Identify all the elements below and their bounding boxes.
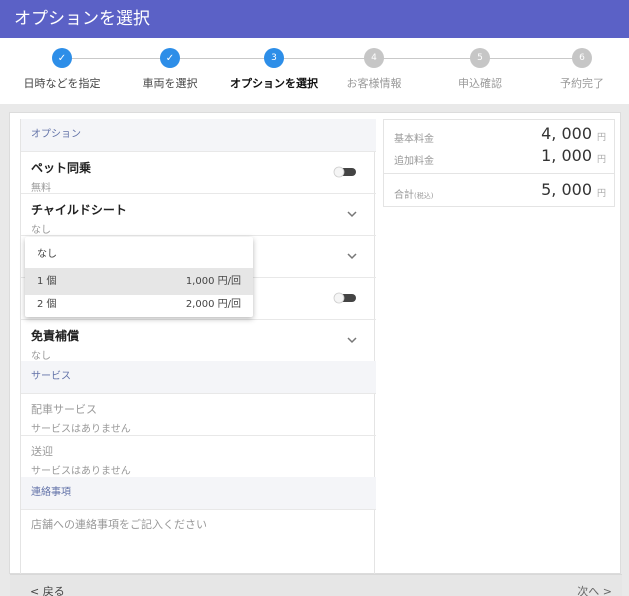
option-pet[interactable]: ペット同乗 無料 bbox=[21, 151, 376, 194]
option-label: 1 個 bbox=[37, 276, 57, 287]
step-label: 日時などを指定 bbox=[23, 77, 101, 90]
service-name: 配車サービス bbox=[31, 403, 97, 416]
title-bar: オプションを選択 bbox=[0, 0, 629, 38]
section-contact-title: 連絡事項 bbox=[21, 477, 376, 509]
chevron-down-icon[interactable] bbox=[346, 334, 358, 346]
service-dispatch: 配車サービス サービスはありません bbox=[21, 393, 376, 435]
option-label: なし bbox=[37, 249, 57, 260]
check-icon: ✓ bbox=[160, 48, 180, 68]
total-value: 5, 000 bbox=[541, 180, 592, 199]
main-panel: オプション ペット同乗 無料 チャイルドシート なし 免責補償 なし サービス … bbox=[9, 112, 621, 575]
footer-nav: < 戻る 次へ > bbox=[10, 574, 622, 596]
step-label: オプションを選択 bbox=[230, 77, 318, 90]
page-title: オプションを選択 bbox=[14, 9, 150, 29]
option-value: なし bbox=[31, 351, 51, 362]
toggle-switch[interactable] bbox=[332, 166, 358, 178]
progress-stepper: ✓ 日時などを指定 ✓ 車両を選択 3 オプションを選択 4 お客様情報 5 申… bbox=[0, 38, 629, 104]
chevron-down-icon[interactable] bbox=[346, 250, 358, 262]
extra-value: 1, 000 bbox=[541, 146, 592, 165]
option-name: 免責補償 bbox=[31, 329, 80, 343]
step-2: ✓ 車両を選択 bbox=[120, 48, 220, 91]
step-label: 車両を選択 bbox=[142, 77, 198, 90]
service-value: サービスはありません bbox=[31, 424, 131, 435]
extra-label: 追加料金 bbox=[394, 156, 434, 167]
step-3: 3 オプションを選択 bbox=[224, 48, 324, 91]
total-unit: 円 bbox=[596, 189, 606, 199]
service-value: サービスはありません bbox=[31, 466, 131, 477]
dropdown-option-2[interactable]: 2 個 2,000 円/回 bbox=[25, 291, 253, 318]
option-value: 無料 bbox=[31, 183, 51, 194]
step-number: 6 bbox=[572, 48, 592, 68]
base-value: 4, 000 bbox=[541, 124, 592, 143]
dropdown-option-none[interactable]: なし bbox=[25, 241, 253, 268]
step-6: 6 予約完了 bbox=[532, 48, 629, 91]
next-button[interactable]: 次へ > bbox=[577, 583, 612, 596]
price-summary: 基本料金 4, 000 円 追加料金 1, 000 円 合計(税込) 5, 00… bbox=[383, 119, 615, 207]
step-number: 3 bbox=[264, 48, 284, 68]
step-label: 予約完了 bbox=[560, 77, 604, 90]
contact-placeholder: 店舗への連絡事項をご記入ください bbox=[31, 518, 207, 531]
summary-divider bbox=[384, 173, 614, 174]
service-name: 送迎 bbox=[31, 445, 53, 458]
back-button[interactable]: < 戻る bbox=[30, 583, 65, 596]
check-icon: ✓ bbox=[52, 48, 72, 68]
chevron-down-icon[interactable] bbox=[346, 208, 358, 220]
section-options-title: オプション bbox=[21, 119, 376, 151]
summary-extra: 追加料金 1, 000 円 bbox=[384, 144, 614, 168]
extra-unit: 円 bbox=[596, 155, 606, 165]
summary-total: 合計(税込) 5, 000 円 bbox=[384, 178, 614, 202]
chevron-right-icon: > bbox=[602, 585, 612, 596]
chevron-left-icon: < bbox=[30, 585, 40, 596]
quantity-dropdown-menu: なし 1 個 1,000 円/回 2 個 2,000 円/回 bbox=[25, 237, 253, 317]
option-insurance[interactable]: 免責補償 なし bbox=[21, 319, 376, 362]
option-price: 2,000 円/回 bbox=[185, 299, 241, 310]
option-name: ペット同乗 bbox=[31, 161, 92, 175]
step-number: 5 bbox=[470, 48, 490, 68]
step-4: 4 お客様情報 bbox=[324, 48, 424, 91]
base-unit: 円 bbox=[596, 133, 606, 143]
option-name: チャイルドシート bbox=[31, 203, 127, 217]
contact-textarea[interactable]: 店舗への連絡事項をご記入ください bbox=[21, 509, 376, 575]
section-services-title: サービス bbox=[21, 361, 376, 393]
option-child-seat[interactable]: チャイルドシート なし bbox=[21, 193, 376, 236]
step-1: ✓ 日時などを指定 bbox=[12, 48, 112, 91]
toggle-switch[interactable] bbox=[332, 292, 358, 304]
option-label: 2 個 bbox=[37, 299, 57, 310]
options-column: オプション ペット同乗 無料 チャイルドシート なし 免責補償 なし サービス … bbox=[20, 119, 376, 575]
option-value: なし bbox=[31, 225, 51, 236]
service-transfer: 送迎 サービスはありません bbox=[21, 435, 376, 477]
step-number: 4 bbox=[364, 48, 384, 68]
summary-base: 基本料金 4, 000 円 bbox=[384, 122, 614, 146]
step-label: お客様情報 bbox=[346, 77, 402, 90]
total-label: 合計(税込) bbox=[394, 190, 434, 201]
step-5: 5 申込確認 bbox=[430, 48, 530, 91]
base-label: 基本料金 bbox=[394, 134, 434, 145]
step-label: 申込確認 bbox=[458, 77, 502, 90]
